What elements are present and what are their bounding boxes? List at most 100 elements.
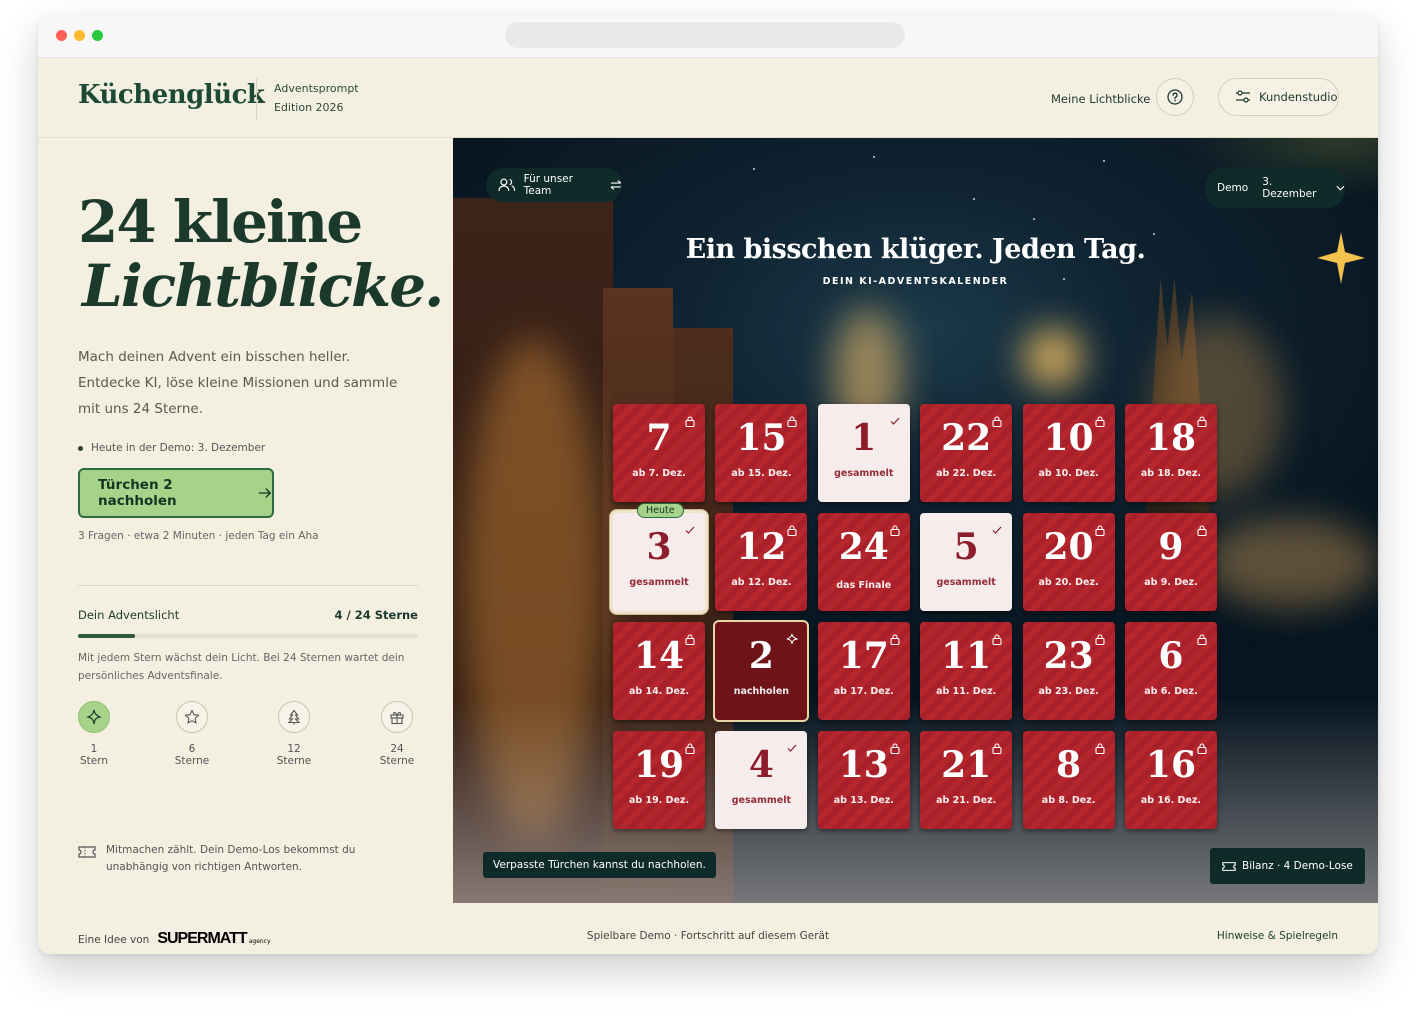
door-status-label: ab 11. Dez. xyxy=(936,686,997,697)
headline-line2: Lichtblicke. xyxy=(82,252,444,320)
milestone-label: 24 Sterne xyxy=(379,743,415,767)
door-19[interactable]: 19 ab 19. Dez. xyxy=(613,731,705,829)
door-status-label: ab 6. Dez. xyxy=(1144,686,1198,697)
door-number: 24 xyxy=(838,526,889,568)
door-14[interactable]: 14 ab 14. Dez. xyxy=(613,622,705,720)
door-22[interactable]: 22 ab 22. Dez. xyxy=(920,404,1013,502)
browser-chrome xyxy=(38,14,1378,58)
progress-bar-fill xyxy=(78,634,135,638)
door-17[interactable]: 17 ab 17. Dez. xyxy=(817,622,910,720)
milestone-label: 12 Sterne xyxy=(276,743,312,767)
door-status-label: ab 14. Dez. xyxy=(628,686,690,697)
door-number: 22 xyxy=(941,417,992,459)
maximize-window-icon[interactable] xyxy=(92,30,103,41)
door-11[interactable]: 11 ab 11. Dez. xyxy=(920,622,1013,720)
catch-up-button[interactable]: Türchen 2 nachholen xyxy=(78,468,274,518)
ticket-icon xyxy=(1222,861,1236,871)
sliders-icon xyxy=(1236,90,1250,103)
star-icon xyxy=(176,701,208,733)
sparkle-icon xyxy=(78,701,110,733)
kundenstudio-button[interactable]: Kundenstudio xyxy=(1218,78,1339,116)
door-8[interactable]: 8 ab 8. Dez. xyxy=(1022,731,1115,829)
balance-button[interactable]: Bilanz · 4 Demo-Lose xyxy=(1210,848,1365,884)
door-9[interactable]: 9 ab 9. Dez. xyxy=(1124,513,1217,611)
door-status-label: ab 9. Dez. xyxy=(1144,577,1198,588)
users-icon xyxy=(498,178,516,191)
question-icon xyxy=(1167,89,1183,105)
team-selector[interactable]: Für unser Team xyxy=(486,168,622,202)
door-21[interactable]: 21 ab 21. Dez. xyxy=(920,731,1013,829)
ticket-icon xyxy=(78,846,96,858)
door-number: 6 xyxy=(1158,635,1184,677)
door-7[interactable]: 7 ab 7. Dez. xyxy=(613,404,705,502)
progress-title: Dein Adventslicht xyxy=(78,608,180,622)
progress-note: Mit jedem Stern wächst dein Licht. Bei 2… xyxy=(78,652,405,682)
door-number: 1 xyxy=(851,417,877,459)
door-status-label: ab 12. Dez. xyxy=(731,577,792,588)
door-16[interactable]: 16 ab 16. Dez. xyxy=(1124,731,1217,829)
door-20[interactable]: 20 ab 20. Dez. xyxy=(1022,513,1115,611)
missed-doors-hint: Verpasste Türchen kannst du nachholen. xyxy=(483,852,716,878)
minimize-window-icon[interactable] xyxy=(74,30,85,41)
logo-divider xyxy=(256,78,257,120)
footer-rules-link[interactable]: Hinweise & Spielregeln xyxy=(1217,930,1338,942)
intro-line: mit uns 24 Sterne. xyxy=(78,401,204,417)
help-button[interactable] xyxy=(1156,78,1194,116)
nav-link-lichtblicke[interactable]: Meine Lichtblicke xyxy=(1051,92,1150,106)
door-5[interactable]: 5 gesammelt xyxy=(920,513,1013,611)
door-status-label: ab 20. Dez. xyxy=(1038,577,1099,588)
door-number: 8 xyxy=(1056,744,1082,786)
door-2[interactable]: 2 nachholen xyxy=(715,622,808,720)
door-12[interactable]: 12 ab 12. Dez. xyxy=(715,513,808,611)
door-number: 17 xyxy=(838,635,889,677)
intro-panel: 24 kleine Lichtblicke. Mach deinen Adven… xyxy=(38,138,454,904)
door-number: 10 xyxy=(1043,417,1094,459)
edition-line1: Adventsprompt xyxy=(274,82,359,95)
door-number: 13 xyxy=(838,744,889,786)
milestone-label: 6 Sterne xyxy=(174,743,210,767)
door-number: 2 xyxy=(748,635,774,677)
door-15[interactable]: 15 ab 15. Dez. xyxy=(715,404,808,502)
door-6[interactable]: 6 ab 6. Dez. xyxy=(1124,622,1217,720)
demo-label: Demo xyxy=(1217,182,1249,194)
door-status-label: gesammelt xyxy=(629,577,689,588)
door-23[interactable]: 23 ab 23. Dez. xyxy=(1022,622,1115,720)
door-13[interactable]: 13 ab 13. Dez. xyxy=(817,731,910,829)
close-window-icon[interactable] xyxy=(56,30,67,41)
milestone-label: 1 Stern xyxy=(79,743,109,767)
swap-icon xyxy=(610,180,622,190)
door-number: 20 xyxy=(1043,526,1094,568)
door-status-label: ab 17. Dez. xyxy=(833,686,894,697)
tree-icon xyxy=(278,701,310,733)
door-24[interactable]: 24 das Finale xyxy=(817,513,910,611)
advent-calendar-hero: Für unser Team Demo 3. Dezember Ein biss… xyxy=(453,138,1378,903)
progress-bar xyxy=(78,634,418,638)
door-18[interactable]: 18 ab 18. Dez. xyxy=(1124,404,1217,502)
door-10[interactable]: 10 ab 10. Dez. xyxy=(1022,404,1115,502)
door-4[interactable]: 4 gesammelt xyxy=(715,731,808,829)
door-number: 23 xyxy=(1043,635,1094,677)
door-status-label: ab 19. Dez. xyxy=(628,795,690,806)
logo[interactable]: Küchenglück xyxy=(78,80,265,110)
browser-window: Küchenglück Adventsprompt Edition 2026 M… xyxy=(38,14,1378,954)
door-1[interactable]: 1 gesammelt xyxy=(817,404,910,502)
door-status-label: ab 8. Dez. xyxy=(1041,795,1096,806)
hero-title: Ein bisschen klüger. Jeden Tag. xyxy=(685,234,1146,265)
door-status-label: ab 10. Dez. xyxy=(1038,468,1099,479)
site-header: Küchenglück Adventsprompt Edition 2026 M… xyxy=(38,58,1378,138)
door-number: 16 xyxy=(1145,744,1196,786)
arrow-right-icon xyxy=(258,488,272,498)
door-status-label: ab 23. Dez. xyxy=(1038,686,1099,697)
river-lights xyxy=(1203,518,1378,608)
balance-label: Bilanz · 4 Demo-Lose xyxy=(1242,860,1353,872)
door-3[interactable]: 3 gesammelt Heute xyxy=(613,503,705,611)
demo-lottery-note: Mitmachen zählt. Dein Demo-Los bekommst … xyxy=(78,842,378,876)
door-number: 7 xyxy=(646,417,672,459)
address-bar[interactable] xyxy=(505,22,905,48)
door-number: 5 xyxy=(953,526,979,568)
door-number: 4 xyxy=(748,744,774,786)
kundenstudio-label: Kundenstudio xyxy=(1259,90,1338,104)
demo-date-select[interactable]: Demo 3. Dezember xyxy=(1205,168,1345,208)
door-number: 12 xyxy=(736,526,787,568)
lantern-glow xyxy=(1023,328,1083,388)
